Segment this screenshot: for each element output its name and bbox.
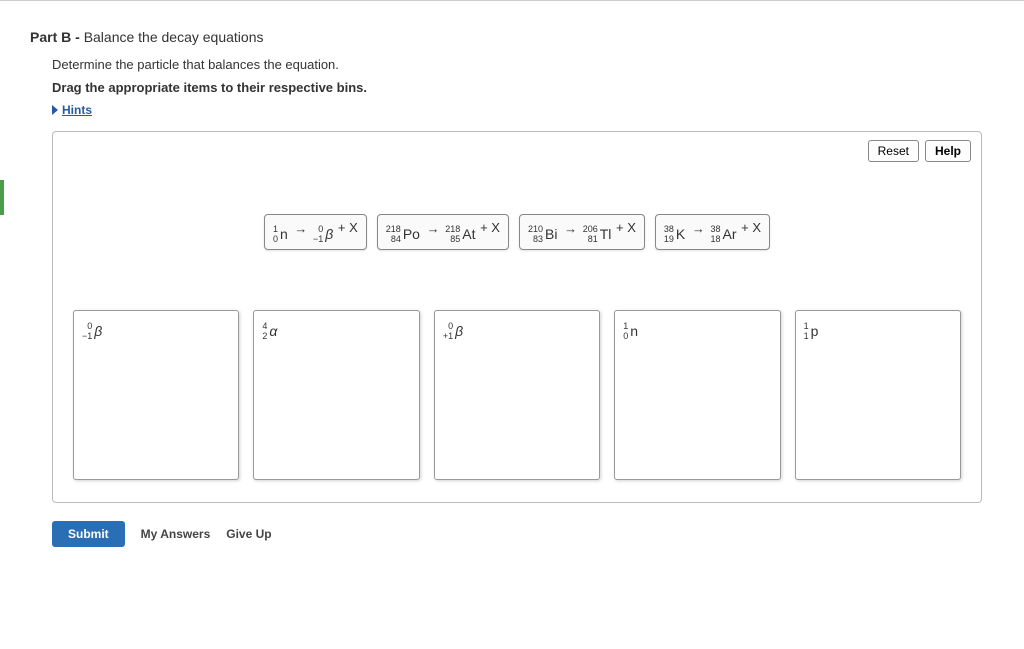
- bin-label: 0−1 β: [82, 317, 103, 341]
- hints-toggle[interactable]: Hints: [52, 103, 994, 117]
- part-subtitle: Balance the decay equations: [84, 29, 264, 45]
- bin-proton[interactable]: 11 p: [795, 310, 961, 480]
- instruction-line-1: Determine the particle that balances the…: [52, 57, 994, 72]
- arrow-icon: →: [292, 221, 309, 236]
- arena-toolbar: Reset Help: [868, 140, 971, 162]
- bin-alpha[interactable]: 42 α: [253, 310, 419, 480]
- bin-label: 11 p: [804, 317, 820, 341]
- part-title: Part B - Balance the decay equations: [30, 29, 994, 45]
- hints-label: Hints: [62, 103, 92, 117]
- caret-right-icon: [52, 105, 58, 115]
- part-label: Part B: [30, 29, 71, 45]
- drag-drop-arena: Reset Help 10 n → 0−1 β + X 21884: [52, 131, 982, 503]
- my-answers-button[interactable]: My Answers: [141, 527, 211, 541]
- arrow-icon: →: [425, 221, 442, 236]
- bin-neutron[interactable]: 10 n: [614, 310, 780, 480]
- bins-row: 0−1 β 42 α 0+1 β: [67, 310, 967, 480]
- bin-beta-plus[interactable]: 0+1 β: [434, 310, 600, 480]
- arrow-icon: →: [690, 221, 707, 236]
- draggable-equation-0[interactable]: 10 n → 0−1 β + X: [264, 214, 367, 250]
- action-buttons-row: Submit My Answers Give Up: [52, 521, 994, 547]
- draggable-equation-3[interactable]: 3819 K → 3818 Ar + X: [655, 214, 770, 250]
- draggable-equation-2[interactable]: 21083 Bi → 20681 Tl + X: [519, 214, 645, 250]
- reset-button[interactable]: Reset: [868, 140, 919, 162]
- part-container: Part B - Balance the decay equations Det…: [0, 11, 1024, 587]
- bin-label: 0+1 β: [443, 317, 464, 341]
- bin-label: 10 n: [623, 317, 639, 341]
- arrow-icon: →: [562, 221, 579, 236]
- top-divider: [0, 0, 1024, 1]
- left-edge-accent: [0, 180, 4, 215]
- help-button[interactable]: Help: [925, 140, 971, 162]
- bin-beta-minus[interactable]: 0−1 β: [73, 310, 239, 480]
- give-up-button[interactable]: Give Up: [226, 527, 271, 541]
- instruction-line-2: Drag the appropriate items to their resp…: [52, 80, 994, 95]
- submit-button[interactable]: Submit: [52, 521, 125, 547]
- draggable-equation-1[interactable]: 21884 Po → 21885 At + X: [377, 214, 509, 250]
- draggable-items-row: 10 n → 0−1 β + X 21884 Po → 21885: [67, 214, 967, 250]
- bin-label: 42 α: [262, 317, 278, 341]
